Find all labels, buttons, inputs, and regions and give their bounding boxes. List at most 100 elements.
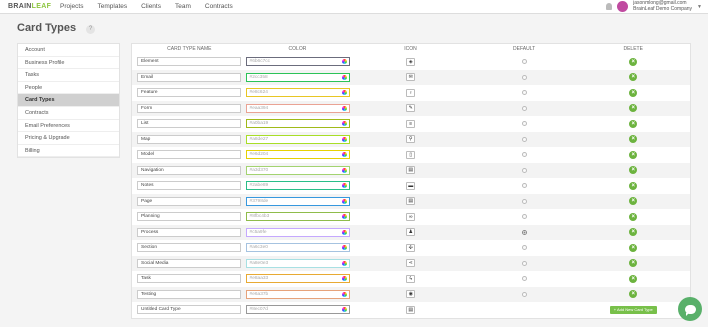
card-type-name-input[interactable]: List xyxy=(137,119,241,129)
delete-icon[interactable]: × xyxy=(629,181,638,190)
color-input[interactable]: #a0ba19 xyxy=(245,119,350,129)
notes-icon[interactable]: ▬ xyxy=(406,181,416,190)
color-input[interactable]: #e6a37b xyxy=(245,289,350,299)
bell-icon[interactable] xyxy=(606,3,613,10)
color-input[interactable]: #a6c3e0 xyxy=(245,243,350,253)
color-input[interactable]: #8fbc4b3 xyxy=(245,212,350,222)
color-input[interactable]: #e6d204 xyxy=(245,150,350,160)
sidebar-item-card-types[interactable]: Card Types xyxy=(18,94,119,107)
color-wheel-icon[interactable] xyxy=(341,229,347,235)
card-type-name-input[interactable]: Process xyxy=(137,227,241,237)
default-radio[interactable] xyxy=(521,90,527,96)
default-radio[interactable] xyxy=(521,167,527,173)
delete-icon[interactable]: × xyxy=(629,73,638,82)
delete-icon[interactable]: × xyxy=(629,274,638,283)
color-wheel-icon[interactable] xyxy=(341,198,347,204)
card-type-name-input[interactable]: Section xyxy=(137,243,241,253)
nav-contracts[interactable]: Contracts xyxy=(205,3,233,10)
default-radio[interactable] xyxy=(521,198,527,204)
card-type-name-input[interactable]: Notes xyxy=(137,181,241,191)
nav-clients[interactable]: Clients xyxy=(141,3,161,10)
delete-icon[interactable]: × xyxy=(629,104,638,113)
sidebar-item-pricing-upgrade[interactable]: Pricing & Upgrade xyxy=(18,132,119,145)
user-menu[interactable]: jasonmlong@gmail.com BrainLeaf Demo Comp… xyxy=(633,0,692,12)
card-type-name-input[interactable]: Testing xyxy=(137,289,241,299)
default-radio[interactable] xyxy=(521,276,527,282)
color-wheel-icon[interactable] xyxy=(341,245,347,251)
color-input[interactable]: #e8aa33 xyxy=(245,274,350,284)
share-icon[interactable]: ⋖ xyxy=(406,259,416,268)
eye-icon[interactable]: ◉ xyxy=(406,290,416,299)
default-radio[interactable] xyxy=(521,229,527,235)
edit-icon[interactable]: ✎ xyxy=(406,104,416,113)
lightning-icon[interactable]: ϟ xyxy=(406,274,416,283)
color-input[interactable]: #eaa394 xyxy=(245,103,350,113)
color-input[interactable]: #c5a9fe xyxy=(245,227,350,237)
cube-icon[interactable]: ◈ xyxy=(406,57,416,66)
add-card-type-button[interactable]: + Add New Card Type xyxy=(609,305,657,314)
card-type-name-input[interactable]: Navigation xyxy=(137,165,241,175)
avatar[interactable] xyxy=(617,1,629,12)
list-icon[interactable]: ≡ xyxy=(406,119,416,128)
map-marker-icon[interactable]: ⚲ xyxy=(406,135,416,144)
default-radio[interactable] xyxy=(521,152,527,158)
color-wheel-icon[interactable] xyxy=(341,90,347,96)
card-type-name-input[interactable]: Email xyxy=(137,72,241,82)
delete-icon[interactable]: × xyxy=(629,166,638,175)
card-type-name-input[interactable]: Feature xyxy=(137,88,241,98)
document-icon[interactable]: ▤ xyxy=(406,305,416,314)
brand-logo[interactable]: BRAINLEAF xyxy=(8,3,60,10)
card-type-name-input[interactable]: Form xyxy=(137,103,241,113)
sidebar-item-account[interactable]: Account xyxy=(18,44,119,57)
color-wheel-icon[interactable] xyxy=(341,307,347,313)
chevron-down-icon[interactable]: ▼ xyxy=(697,4,702,10)
color-input[interactable]: #a3d370 xyxy=(245,165,350,175)
default-radio[interactable] xyxy=(521,260,527,266)
color-wheel-icon[interactable] xyxy=(341,105,347,111)
color-input[interactable]: #e8c624 xyxy=(245,88,350,98)
card-type-name-input[interactable]: Planning xyxy=(137,212,241,222)
color-wheel-icon[interactable] xyxy=(341,167,347,173)
envelope-icon[interactable]: ✉ xyxy=(406,73,416,82)
color-input[interactable]: #a8e0e3 xyxy=(245,258,350,268)
default-radio[interactable] xyxy=(521,245,527,251)
sidebar-item-contracts[interactable]: Contracts xyxy=(18,107,119,120)
puzzle-icon[interactable]: ✣ xyxy=(406,243,416,252)
sidebar-item-email-preferences[interactable]: Email Preferences xyxy=(18,120,119,133)
binoculars-icon[interactable]: ∞ xyxy=(406,212,416,221)
default-radio[interactable] xyxy=(521,291,527,297)
nav-templates[interactable]: Templates xyxy=(97,3,127,10)
default-radio[interactable] xyxy=(521,183,527,189)
color-input[interactable]: #8ec07d xyxy=(245,305,350,315)
color-wheel-icon[interactable] xyxy=(341,121,347,127)
color-wheel-icon[interactable] xyxy=(341,276,347,282)
color-wheel-icon[interactable] xyxy=(341,152,347,158)
card-type-name-input[interactable]: Model xyxy=(137,150,241,160)
color-input[interactable]: #3798de xyxy=(245,196,350,206)
card-type-name-input[interactable]: Element xyxy=(137,57,241,67)
delete-icon[interactable]: × xyxy=(629,119,638,128)
delete-icon[interactable]: × xyxy=(629,150,638,159)
sidebar-item-tasks[interactable]: Tasks xyxy=(18,69,119,82)
lightbulb-icon[interactable]: ♀ xyxy=(406,88,416,97)
color-wheel-icon[interactable] xyxy=(341,260,347,266)
color-wheel-icon[interactable] xyxy=(341,291,347,297)
color-input[interactable]: #a8de27 xyxy=(245,134,350,144)
default-radio[interactable] xyxy=(521,105,527,111)
default-radio[interactable] xyxy=(521,59,527,65)
nav-projects[interactable]: Projects xyxy=(60,3,83,10)
sidebar-item-people[interactable]: People xyxy=(18,82,119,95)
delete-icon[interactable]: × xyxy=(629,243,638,252)
person-icon[interactable]: ♟ xyxy=(406,228,416,237)
navigation-icon[interactable]: ▤ xyxy=(406,166,416,175)
delete-icon[interactable]: × xyxy=(629,212,638,221)
nav-team[interactable]: Team xyxy=(175,3,191,10)
color-wheel-icon[interactable] xyxy=(341,183,347,189)
delete-icon[interactable]: × xyxy=(629,228,638,237)
color-wheel-icon[interactable] xyxy=(341,136,347,142)
delete-icon[interactable]: × xyxy=(629,88,638,97)
sidebar-item-business-profile[interactable]: Business Profile xyxy=(18,57,119,70)
card-type-name-input[interactable]: Social Media xyxy=(137,258,241,268)
color-wheel-icon[interactable] xyxy=(341,74,347,80)
color-input[interactable]: #6b6c7cc xyxy=(245,57,350,67)
